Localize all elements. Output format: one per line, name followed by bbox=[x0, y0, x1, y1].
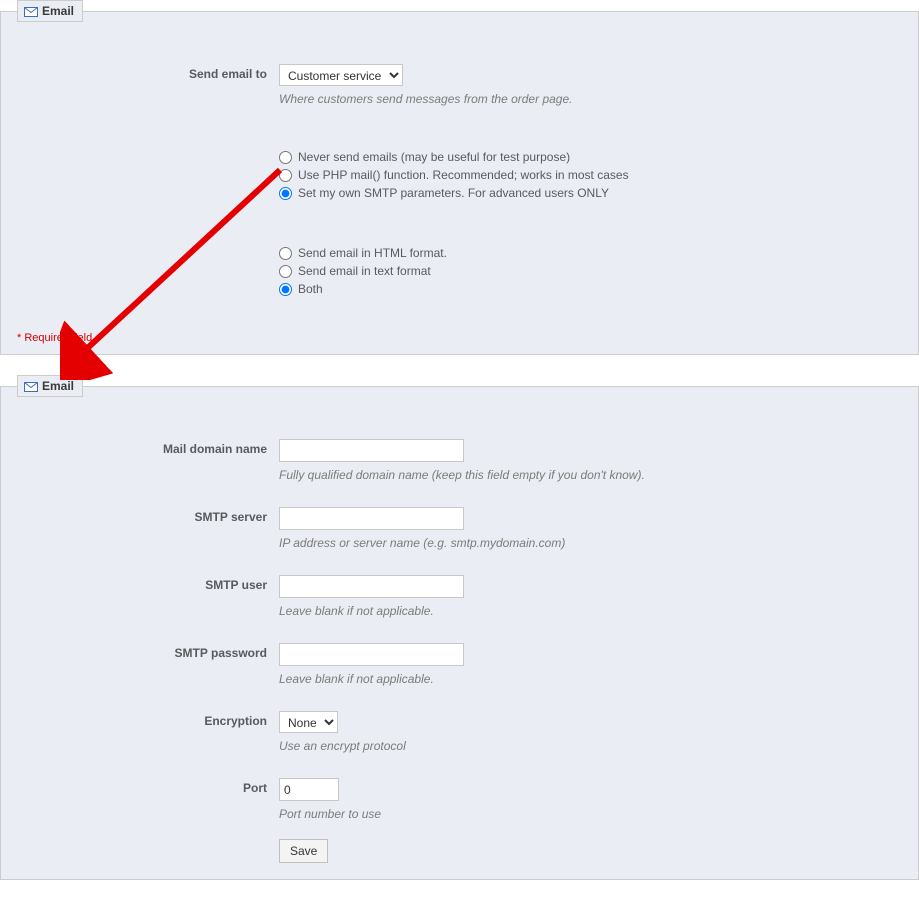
smtp-user-input[interactable] bbox=[279, 575, 464, 598]
required-note: * Required field bbox=[17, 332, 92, 344]
encryption-select[interactable]: None bbox=[279, 711, 338, 733]
email-panel-top: Email Send email to Customer service Whe… bbox=[0, 0, 919, 355]
row-encryption: Encryption None Use an encrypt protocol bbox=[17, 711, 902, 753]
mode-never-radio[interactable] bbox=[279, 151, 292, 164]
format-text-radio[interactable] bbox=[279, 265, 292, 278]
format-html[interactable]: Send email in HTML format. bbox=[279, 244, 902, 262]
port-label: Port bbox=[17, 778, 279, 795]
email-panel-bottom: Email Mail domain name Fully qualified d… bbox=[0, 375, 919, 880]
mail-icon bbox=[24, 6, 38, 16]
mode-smtp[interactable]: Set my own SMTP parameters. For advanced… bbox=[279, 184, 902, 202]
smtp-server-input[interactable] bbox=[279, 507, 464, 530]
format-text[interactable]: Send email in text format bbox=[279, 262, 902, 280]
format-html-radio[interactable] bbox=[279, 247, 292, 260]
save-button[interactable]: Save bbox=[279, 839, 328, 863]
email-legend-bottom: Email bbox=[17, 375, 83, 397]
smtp-password-hint: Leave blank if not applicable. bbox=[279, 672, 902, 686]
mode-never[interactable]: Never send emails (may be useful for tes… bbox=[279, 148, 902, 166]
row-port: Port Port number to use bbox=[17, 778, 902, 821]
smtp-user-hint: Leave blank if not applicable. bbox=[279, 604, 902, 618]
send-to-hint: Where customers send messages from the o… bbox=[279, 92, 902, 106]
send-to-label: Send email to bbox=[17, 64, 279, 81]
mail-icon bbox=[24, 381, 38, 391]
mode-php-label: Use PHP mail() function. Recommended; wo… bbox=[298, 166, 629, 184]
row-mail-format: Send email in HTML format. Send email in… bbox=[17, 242, 902, 298]
email-legend-top: Email bbox=[17, 0, 83, 22]
smtp-user-label: SMTP user bbox=[17, 575, 279, 592]
email-legend-bottom-text: Email bbox=[42, 379, 74, 393]
mode-smtp-radio[interactable] bbox=[279, 187, 292, 200]
format-text-label: Send email in text format bbox=[298, 262, 431, 280]
row-smtp-server: SMTP server IP address or server name (e… bbox=[17, 507, 902, 550]
row-smtp-user: SMTP user Leave blank if not applicable. bbox=[17, 575, 902, 618]
row-mail-mode: Never send emails (may be useful for tes… bbox=[17, 146, 902, 202]
send-to-select[interactable]: Customer service bbox=[279, 64, 403, 86]
row-send-to: Send email to Customer service Where cus… bbox=[17, 64, 902, 106]
encryption-label: Encryption bbox=[17, 711, 279, 728]
mode-smtp-label: Set my own SMTP parameters. For advanced… bbox=[298, 184, 609, 202]
mail-mode-group: Never send emails (may be useful for tes… bbox=[279, 148, 902, 202]
mail-format-group: Send email in HTML format. Send email in… bbox=[279, 244, 902, 298]
mode-php-radio[interactable] bbox=[279, 169, 292, 182]
format-both-radio[interactable] bbox=[279, 283, 292, 296]
format-both[interactable]: Both bbox=[279, 280, 902, 298]
smtp-server-hint: IP address or server name (e.g. smtp.myd… bbox=[279, 536, 902, 550]
row-smtp-password: SMTP password Leave blank if not applica… bbox=[17, 643, 902, 686]
mode-php[interactable]: Use PHP mail() function. Recommended; wo… bbox=[279, 166, 902, 184]
smtp-server-label: SMTP server bbox=[17, 507, 279, 524]
port-input[interactable] bbox=[279, 778, 339, 801]
port-hint: Port number to use bbox=[279, 807, 902, 821]
row-mail-domain: Mail domain name Fully qualified domain … bbox=[17, 439, 902, 482]
row-save: Save bbox=[17, 839, 902, 863]
smtp-password-label: SMTP password bbox=[17, 643, 279, 660]
format-html-label: Send email in HTML format. bbox=[298, 244, 447, 262]
format-both-label: Both bbox=[298, 280, 323, 298]
mail-domain-label: Mail domain name bbox=[17, 439, 279, 456]
encryption-hint: Use an encrypt protocol bbox=[279, 739, 902, 753]
mail-domain-hint: Fully qualified domain name (keep this f… bbox=[279, 468, 902, 482]
mode-never-label: Never send emails (may be useful for tes… bbox=[298, 148, 570, 166]
email-legend-top-text: Email bbox=[42, 4, 74, 18]
mail-domain-input[interactable] bbox=[279, 439, 464, 462]
smtp-password-input[interactable] bbox=[279, 643, 464, 666]
